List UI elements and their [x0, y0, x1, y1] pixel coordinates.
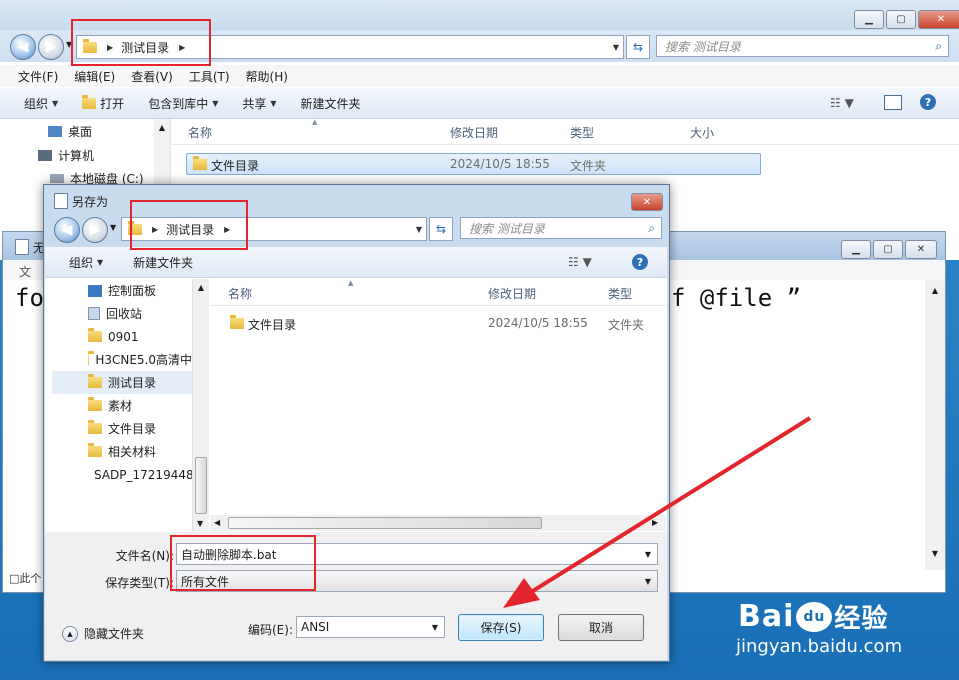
annotation-arrow-line: [526, 416, 812, 596]
watermark-url: jingyan.baidu.com: [736, 636, 903, 657]
baidu-logo: Bai du 经验: [738, 598, 888, 635]
baidu-logo-text: Bai: [738, 599, 795, 634]
annotation-arrow: [503, 416, 812, 608]
annotation-arrow-head: [503, 578, 540, 608]
baidu-paw-icon: du: [796, 601, 833, 632]
baidu-logo-tail: 经验: [834, 604, 889, 634]
